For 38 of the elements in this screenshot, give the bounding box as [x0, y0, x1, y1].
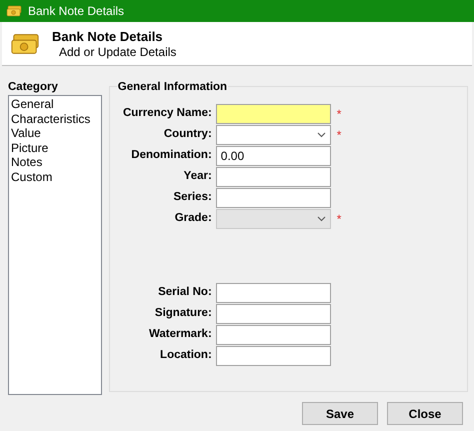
money-icon [10, 32, 40, 56]
required-mark: * [336, 108, 342, 120]
field-label: Currency Name: [122, 106, 213, 121]
text-field[interactable] [216, 282, 331, 302]
category-item[interactable]: Notes [11, 155, 99, 170]
text-field[interactable] [216, 166, 331, 186]
field-label: Location: [159, 348, 213, 363]
text-field[interactable]: 0.00 [216, 146, 331, 166]
required-mark: * [336, 212, 342, 224]
category-item[interactable]: Characteristics [11, 112, 99, 126]
category-item[interactable]: Custom [11, 170, 99, 184]
header-subtitle: Add or Update Details [58, 44, 176, 58]
required-mark: * [336, 128, 342, 140]
chevron-down-icon [316, 216, 326, 222]
text-field[interactable] [216, 346, 331, 366]
category-item[interactable]: Picture [11, 140, 99, 155]
chevron-down-icon [316, 132, 326, 138]
field-label: Watermark: [148, 326, 213, 342]
text-field[interactable] [216, 104, 331, 124]
field-label: Year: [182, 168, 213, 184]
text-field[interactable] [216, 188, 331, 208]
money-icon [6, 5, 22, 17]
field-label: Denomination: [130, 148, 213, 163]
category-item[interactable]: General [11, 97, 99, 112]
category-label: Category [8, 80, 59, 94]
text-field[interactable] [216, 304, 331, 324]
field-label: Grade: [174, 210, 213, 226]
field-label: Series: [172, 190, 213, 205]
field-label: Serial No: [157, 284, 213, 300]
dialog-button[interactable]: Save [302, 402, 378, 425]
field-label: Country: [162, 126, 213, 142]
dialog-button[interactable]: Close [387, 402, 463, 425]
dropdown-field[interactable] [216, 124, 331, 144]
text-field[interactable] [216, 324, 331, 344]
field-label: Signature: [154, 306, 213, 321]
category-item[interactable]: Value [11, 126, 99, 140]
header-title: Bank Note Details [52, 28, 164, 44]
window-title: Bank Note Details [28, 3, 124, 20]
